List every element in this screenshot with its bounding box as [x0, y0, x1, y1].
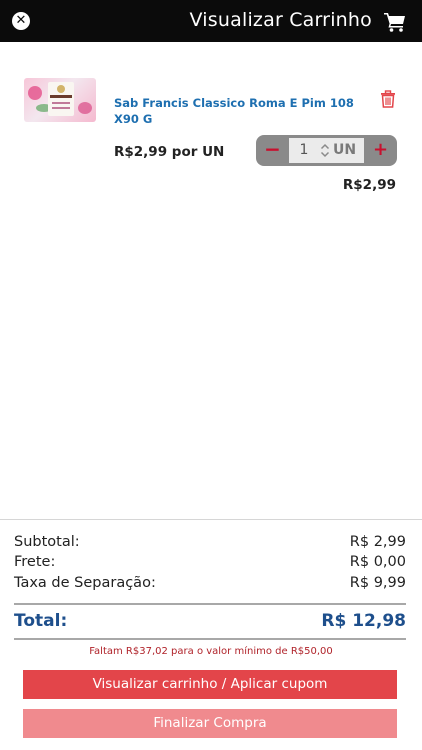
subtotal-value: R$ 2,99 [349, 534, 406, 550]
minimum-order-note: Faltam R$37,02 para o valor mínimo de R$… [89, 646, 333, 657]
quantity-stepper: − 1 UN + [256, 135, 397, 166]
separation-fee-value: R$ 9,99 [349, 575, 406, 591]
page-title: Visualizar Carrinho [189, 9, 372, 31]
app-header: ✕ Visualizar Carrinho [0, 0, 422, 42]
separation-fee-row: Taxa de Separação: R$ 9,99 [14, 575, 406, 595]
total-top-rule [14, 603, 406, 605]
product-name-line1: Sab Francis Classico Roma E Pim 108 [114, 96, 354, 110]
product-name[interactable]: Sab Francis Classico Roma E Pim 108 X90 … [114, 95, 354, 127]
total-label: Total: [14, 611, 68, 631]
unit-price: R$2,99 por UN [114, 144, 225, 160]
quantity-field[interactable]: 1 UN [289, 138, 364, 163]
product-name-line2: X90 G [114, 112, 153, 126]
shopping-cart-icon [384, 13, 405, 32]
quantity-value: 1 [299, 142, 309, 158]
subtotal-label: Subtotal: [14, 534, 80, 550]
decrease-quantity-button[interactable]: − [256, 135, 289, 166]
item-total: R$2,99 [342, 177, 396, 193]
total-value: R$ 12,98 [321, 611, 406, 631]
separation-fee-label: Taxa de Separação: [14, 575, 156, 591]
trash-icon[interactable] [379, 90, 397, 108]
shipping-row: Frete: R$ 0,00 [14, 554, 406, 574]
increase-quantity-button[interactable]: + [364, 135, 397, 166]
summary-divider [0, 519, 422, 520]
total-row: Total: R$ 12,98 [14, 611, 406, 635]
finalize-purchase-button[interactable]: Finalizar Compra [23, 709, 397, 738]
product-image [24, 78, 96, 122]
subtotal-row: Subtotal: R$ 2,99 [14, 534, 406, 554]
close-icon[interactable]: ✕ [12, 12, 30, 30]
shipping-value: R$ 0,00 [349, 554, 406, 570]
unit-spinner-icon[interactable] [320, 143, 330, 158]
unit-select[interactable]: UN [333, 142, 356, 158]
shipping-label: Frete: [14, 554, 56, 570]
total-bottom-rule [14, 638, 406, 640]
view-cart-apply-coupon-button[interactable]: Visualizar carrinho / Aplicar cupom [23, 670, 397, 699]
